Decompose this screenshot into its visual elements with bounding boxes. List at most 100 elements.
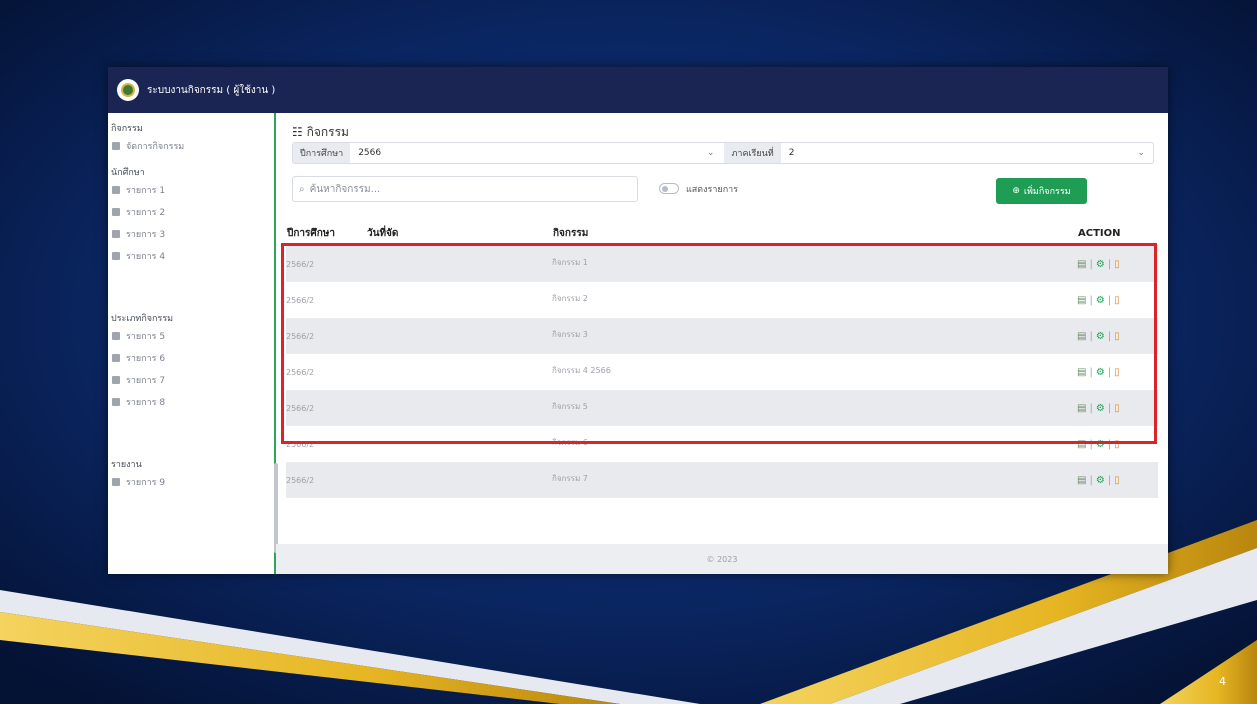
sidebar-item-label: รายการ 4 bbox=[126, 252, 166, 262]
action-cell: ▤ | ⚙ | ▯ bbox=[1077, 294, 1120, 306]
date-cell bbox=[366, 462, 552, 498]
year-cell: 2566/2 bbox=[286, 318, 366, 354]
activity-text: กิจกรรม 6 bbox=[552, 437, 588, 447]
sidebar-item[interactable]: รายการ 9 bbox=[108, 471, 274, 493]
table-row[interactable]: 2566/2 กิจกรรม 2 ▤ | ⚙ | ▯ bbox=[286, 282, 1158, 318]
trash-icon[interactable]: ▯ bbox=[1114, 475, 1120, 486]
trash-icon[interactable]: ▯ bbox=[1114, 295, 1120, 306]
user-icon bbox=[112, 186, 120, 194]
term-label: ภาคเรียนที่ bbox=[724, 143, 781, 163]
gear-icon[interactable]: ⚙ bbox=[1096, 475, 1105, 486]
main-content: ☷ กิจกรรม ปีการศึกษา 2566 ⌄ ภาคเรียนที่ … bbox=[276, 113, 1168, 574]
sidebar-item[interactable]: รายการ 5 bbox=[108, 325, 274, 347]
sidebar-item-label: รายการ 6 bbox=[126, 354, 166, 364]
plus-circle-icon: ⊕ bbox=[1012, 186, 1020, 196]
sidebar-item[interactable]: รายการ 3 bbox=[108, 223, 274, 245]
table-row[interactable]: 2566/2 กิจกรรม 6 ▤ | ⚙ | ▯ bbox=[286, 426, 1158, 462]
sidebar-item[interactable]: รายการ 1 bbox=[108, 179, 274, 201]
sidebar-item[interactable]: จัดการกิจกรรม bbox=[108, 135, 274, 157]
trash-icon[interactable]: ▯ bbox=[1114, 367, 1120, 378]
activity-text: กิจกรรม 5 bbox=[552, 401, 588, 411]
activity-text: กิจกรรม 7 bbox=[552, 473, 588, 483]
filter-bar: ปีการศึกษา 2566 ⌄ ภาคเรียนที่ 2 ⌄ bbox=[292, 142, 1154, 164]
table-row[interactable]: 2566/2 กิจกรรม 5 ▤ | ⚙ | ▯ bbox=[286, 390, 1158, 426]
building-icon bbox=[112, 332, 120, 340]
gear-icon[interactable]: ⚙ bbox=[1096, 295, 1105, 306]
column-header: ปีการศึกษา bbox=[286, 221, 366, 246]
date-cell bbox=[366, 245, 552, 282]
year-cell: 2566/2 bbox=[286, 390, 366, 426]
trash-icon[interactable]: ▯ bbox=[1114, 259, 1120, 270]
action-cell: ▤ | ⚙ | ▯ bbox=[1077, 462, 1158, 498]
slide-number: 4 bbox=[1219, 675, 1226, 688]
gear-icon[interactable]: ⚙ bbox=[1096, 331, 1105, 342]
table-row[interactable]: 2566/2 กิจกรรม 3 ▤ | ⚙ | ▯ bbox=[286, 318, 1158, 354]
sidebar-item[interactable]: รายการ 7 bbox=[108, 369, 274, 391]
sidebar-group-label: กิจกรรม bbox=[111, 124, 143, 134]
search-icon: ⌕ bbox=[299, 183, 305, 195]
trash-icon[interactable]: ▯ bbox=[1114, 403, 1120, 414]
edit-icon[interactable]: ▤ bbox=[1077, 295, 1086, 306]
trash-icon[interactable]: ▯ bbox=[1114, 439, 1120, 450]
sidebar: กิจกรรม จัดการกิจกรรม นักศึกษา รายการ 1 … bbox=[108, 113, 278, 574]
list-icon bbox=[112, 208, 120, 216]
edit-icon[interactable]: ▤ bbox=[1077, 475, 1086, 486]
sidebar-item[interactable]: รายการ 4 bbox=[108, 245, 274, 267]
column-header: ACTION bbox=[1077, 221, 1158, 246]
column-header: กิจกรรม bbox=[552, 221, 1077, 246]
activity-cell: กิจกรรม 5 bbox=[552, 390, 1077, 426]
sidebar-item-label: รายการ 7 bbox=[126, 376, 166, 386]
sidebar-item-label: รายการ 8 bbox=[126, 398, 166, 408]
gear-icon[interactable]: ⚙ bbox=[1096, 439, 1105, 450]
sidebar-item[interactable]: รายการ 2 bbox=[108, 201, 274, 223]
chevron-down-icon[interactable]: ⌄ bbox=[1137, 148, 1145, 158]
action-cell: ▤ | ⚙ | ▯ bbox=[1077, 438, 1120, 450]
show-toggle[interactable] bbox=[659, 183, 679, 194]
table-row[interactable]: 2566/2 กิจกรรม 1 ▤ | ⚙ | ▯ bbox=[286, 245, 1158, 282]
gear-icon[interactable]: ⚙ bbox=[1096, 403, 1105, 414]
sidebar-item-label: รายการ 2 bbox=[126, 208, 166, 218]
gear-icon[interactable]: ⚙ bbox=[1096, 367, 1105, 378]
year-cell: 2566/2 bbox=[286, 295, 315, 305]
year-cell: 2566/2 bbox=[286, 439, 315, 449]
term-select[interactable]: 2 bbox=[781, 148, 1138, 158]
activity-table: ปีการศึกษา วันที่จัด กิจกรรม ACTION 2566… bbox=[286, 221, 1158, 498]
trash-icon[interactable]: ▯ bbox=[1114, 331, 1120, 342]
sidebar-item-label: รายการ 5 bbox=[126, 332, 166, 342]
search-placeholder: ค้นหากิจกรรม... bbox=[309, 183, 381, 195]
footer: © 2023 bbox=[276, 544, 1168, 574]
activity-cell: กิจกรรม 6 bbox=[552, 426, 1077, 462]
sidebar-group-label: รายงาน bbox=[111, 460, 142, 470]
app-window: ระบบงานกิจกรรม ( ผู้ใช้งาน ) กิจกรรม จัด… bbox=[108, 67, 1168, 574]
add-activity-button[interactable]: ⊕ เพิ่มกิจกรรม bbox=[996, 178, 1087, 204]
edit-icon[interactable]: ▤ bbox=[1077, 367, 1086, 378]
search-input[interactable]: ⌕ ค้นหากิจกรรม... bbox=[292, 176, 638, 202]
page-title: ☷ กิจกรรม bbox=[292, 125, 349, 139]
activity-text: กิจกรรม 2 bbox=[552, 293, 588, 303]
list-icon bbox=[112, 354, 120, 362]
date-cell bbox=[366, 390, 552, 426]
edit-icon[interactable]: ▤ bbox=[1077, 403, 1086, 414]
action-cell: ▤ | ⚙ | ▯ bbox=[1077, 366, 1120, 378]
moon-icon bbox=[112, 230, 120, 238]
sidebar-item-label: จัดการกิจกรรม bbox=[126, 142, 185, 152]
sidebar-group-label: ประเภทกิจกรรม bbox=[111, 314, 174, 324]
gear-icon[interactable]: ⚙ bbox=[1096, 259, 1105, 270]
toggle-label: แสดงรายการ bbox=[686, 185, 739, 195]
chevron-down-icon[interactable]: ⌄ bbox=[707, 148, 715, 158]
circle-icon bbox=[112, 376, 120, 384]
table-row[interactable]: 2566/2 กิจกรรม 7 ▤ | ⚙ | ▯ bbox=[286, 462, 1158, 498]
sidebar-item[interactable]: รายการ 8 bbox=[108, 391, 274, 413]
activity-cell: กิจกรรม 1 bbox=[552, 245, 1077, 282]
table-row[interactable]: 2566/2 กิจกรรม 4 2566 ▤ | ⚙ | ▯ bbox=[286, 354, 1158, 390]
sidebar-item[interactable]: รายการ 6 bbox=[108, 347, 274, 369]
activity-cell: กิจกรรม 7 bbox=[552, 462, 1077, 498]
edit-icon[interactable]: ▤ bbox=[1077, 439, 1086, 450]
year-select[interactable]: 2566 bbox=[350, 148, 707, 158]
table-header: ปีการศึกษา วันที่จัด กิจกรรม ACTION bbox=[286, 221, 1158, 246]
edit-icon[interactable]: ▤ bbox=[1077, 259, 1086, 270]
edit-icon[interactable]: ▤ bbox=[1077, 331, 1086, 342]
action-cell: ▤ | ⚙ | ▯ bbox=[1077, 390, 1158, 426]
year-label: ปีการศึกษา bbox=[293, 143, 351, 163]
year-cell: 2566/2 bbox=[286, 462, 366, 498]
